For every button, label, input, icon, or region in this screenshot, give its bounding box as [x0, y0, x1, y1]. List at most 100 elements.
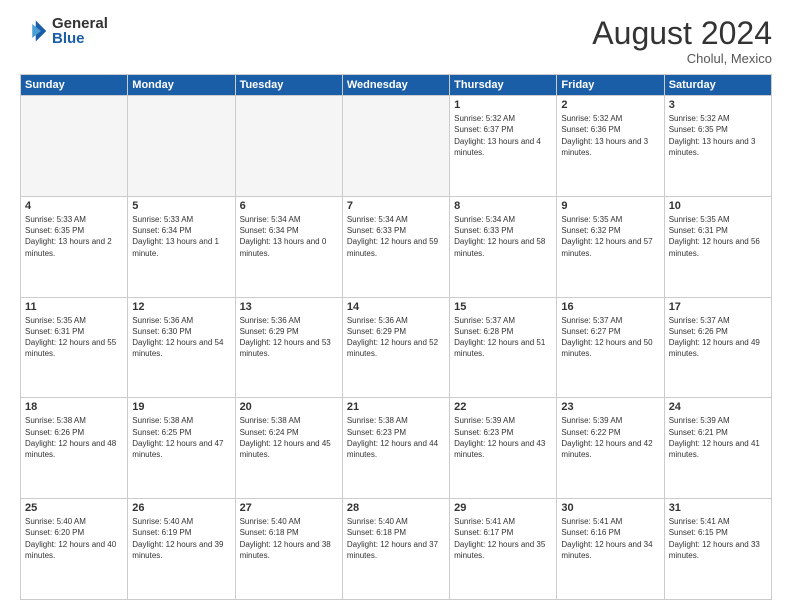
day-info: Sunrise: 5:34 AMSunset: 6:33 PMDaylight:… — [454, 214, 552, 259]
day-info: Sunrise: 5:34 AMSunset: 6:34 PMDaylight:… — [240, 214, 338, 259]
day-number: 21 — [347, 401, 445, 413]
calendar-week-row: 4 Sunrise: 5:33 AMSunset: 6:35 PMDaylight… — [21, 196, 772, 297]
day-number: 14 — [347, 301, 445, 313]
col-wednesday: Wednesday — [342, 75, 449, 96]
table-row: 18Sunrise: 5:38 AMSunset: 6:26 PMDayligh… — [21, 398, 128, 499]
day-info: Sunrise: 5:36 AMSunset: 6:29 PMDaylight:… — [347, 315, 445, 360]
calendar-week-row: 11 Sunrise: 5:35 AMSunset: 6:31 PMDayligh… — [21, 297, 772, 398]
day-number: 8 — [454, 200, 552, 212]
day-info: Sunrise: 5:38 AMSunset: 6:23 PMDaylight:… — [347, 415, 445, 460]
day-info: Sunrise: 5:32 AMSunset: 6:36 PMDaylight:… — [561, 113, 659, 158]
table-row: 8 Sunrise: 5:34 AMSunset: 6:33 PMDaylight… — [450, 196, 557, 297]
table-row: 6 Sunrise: 5:34 AMSunset: 6:34 PMDaylight… — [235, 196, 342, 297]
day-number: 9 — [561, 200, 659, 212]
logo-text: General Blue — [52, 16, 108, 46]
title-block: August 2024 Cholul, Mexico — [592, 16, 772, 66]
table-row: 16 Sunrise: 5:37 AMSunset: 6:27 PMDayligh… — [557, 297, 664, 398]
table-row: 23 Sunrise: 5:39 AMSunset: 6:22 PMDayligh… — [557, 398, 664, 499]
table-row: 26Sunrise: 5:40 AMSunset: 6:19 PMDayligh… — [128, 499, 235, 600]
day-number: 24 — [669, 401, 767, 413]
table-row: 25 Sunrise: 5:40 AMSunset: 6:20 PMDayligh… — [21, 499, 128, 600]
calendar-header-row: Sunday Monday Tuesday Wednesday Thursday… — [21, 75, 772, 96]
table-row: 14 Sunrise: 5:36 AMSunset: 6:29 PMDayligh… — [342, 297, 449, 398]
day-number: 17 — [669, 301, 767, 313]
day-number: 3 — [669, 99, 767, 111]
col-saturday: Saturday — [664, 75, 771, 96]
day-number: 22 — [454, 401, 552, 413]
day-number: 25 — [25, 502, 123, 514]
calendar-week-row: 25 Sunrise: 5:40 AMSunset: 6:20 PMDayligh… — [21, 499, 772, 600]
day-info: Sunrise: 5:37 AMSunset: 6:26 PMDaylight:… — [669, 315, 767, 360]
table-row: 10 Sunrise: 5:35 AMSunset: 6:31 PMDayligh… — [664, 196, 771, 297]
day-info: Sunrise: 5:41 AMSunset: 6:17 PMDaylight:… — [454, 516, 552, 561]
table-row: 20 Sunrise: 5:38 AMSunset: 6:24 PMDayligh… — [235, 398, 342, 499]
day-number: 12 — [132, 301, 230, 313]
table-row — [21, 96, 128, 197]
table-row: 22 Sunrise: 5:39 AMSunset: 6:23 PMDayligh… — [450, 398, 557, 499]
day-number: 31 — [669, 502, 767, 514]
day-info: Sunrise: 5:37 AMSunset: 6:28 PMDaylight:… — [454, 315, 552, 360]
day-info: Sunrise: 5:36 AMSunset: 6:29 PMDaylight:… — [240, 315, 338, 360]
table-row: 15 Sunrise: 5:37 AMSunset: 6:28 PMDayligh… — [450, 297, 557, 398]
table-row: 5Sunrise: 5:33 AMSunset: 6:34 PMDaylight… — [128, 196, 235, 297]
day-number: 7 — [347, 200, 445, 212]
table-row: 19Sunrise: 5:38 AMSunset: 6:25 PMDayligh… — [128, 398, 235, 499]
day-info: Sunrise: 5:40 AMSunset: 6:18 PMDaylight:… — [240, 516, 338, 561]
day-number: 10 — [669, 200, 767, 212]
day-number: 15 — [454, 301, 552, 313]
day-info: Sunrise: 5:35 AMSunset: 6:31 PMDaylight:… — [25, 315, 123, 360]
table-row: 9 Sunrise: 5:35 AMSunset: 6:32 PMDaylight… — [557, 196, 664, 297]
calendar: Sunday Monday Tuesday Wednesday Thursday… — [20, 74, 772, 600]
table-row: 17 Sunrise: 5:37 AMSunset: 6:26 PMDayligh… — [664, 297, 771, 398]
table-row: 7Sunrise: 5:34 AMSunset: 6:33 PMDaylight… — [342, 196, 449, 297]
day-info: Sunrise: 5:41 AMSunset: 6:15 PMDaylight:… — [669, 516, 767, 561]
col-thursday: Thursday — [450, 75, 557, 96]
day-info: Sunrise: 5:35 AMSunset: 6:31 PMDaylight:… — [669, 214, 767, 259]
day-number: 20 — [240, 401, 338, 413]
col-friday: Friday — [557, 75, 664, 96]
col-tuesday: Tuesday — [235, 75, 342, 96]
table-row: 13 Sunrise: 5:36 AMSunset: 6:29 PMDayligh… — [235, 297, 342, 398]
day-info: Sunrise: 5:40 AMSunset: 6:19 PMDaylight:… — [132, 516, 230, 561]
day-info: Sunrise: 5:36 AMSunset: 6:30 PMDaylight:… — [132, 315, 230, 360]
day-number: 13 — [240, 301, 338, 313]
day-number: 30 — [561, 502, 659, 514]
day-number: 1 — [454, 99, 552, 111]
day-number: 28 — [347, 502, 445, 514]
location: Cholul, Mexico — [592, 51, 772, 66]
calendar-week-row: 18Sunrise: 5:38 AMSunset: 6:26 PMDayligh… — [21, 398, 772, 499]
day-number: 27 — [240, 502, 338, 514]
day-info: Sunrise: 5:38 AMSunset: 6:24 PMDaylight:… — [240, 415, 338, 460]
table-row: 29Sunrise: 5:41 AMSunset: 6:17 PMDayligh… — [450, 499, 557, 600]
day-info: Sunrise: 5:39 AMSunset: 6:22 PMDaylight:… — [561, 415, 659, 460]
table-row: 4 Sunrise: 5:33 AMSunset: 6:35 PMDaylight… — [21, 196, 128, 297]
day-number: 16 — [561, 301, 659, 313]
table-row: 1Sunrise: 5:32 AMSunset: 6:37 PMDaylight… — [450, 96, 557, 197]
day-number: 23 — [561, 401, 659, 413]
table-row: 2 Sunrise: 5:32 AMSunset: 6:36 PMDaylight… — [557, 96, 664, 197]
day-info: Sunrise: 5:40 AMSunset: 6:18 PMDaylight:… — [347, 516, 445, 561]
day-info: Sunrise: 5:40 AMSunset: 6:20 PMDaylight:… — [25, 516, 123, 561]
day-info: Sunrise: 5:37 AMSunset: 6:27 PMDaylight:… — [561, 315, 659, 360]
table-row — [128, 96, 235, 197]
day-info: Sunrise: 5:38 AMSunset: 6:25 PMDaylight:… — [132, 415, 230, 460]
table-row: 28 Sunrise: 5:40 AMSunset: 6:18 PMDayligh… — [342, 499, 449, 600]
day-number: 2 — [561, 99, 659, 111]
day-info: Sunrise: 5:35 AMSunset: 6:32 PMDaylight:… — [561, 214, 659, 259]
day-number: 5 — [132, 200, 230, 212]
table-row — [235, 96, 342, 197]
day-number: 11 — [25, 301, 123, 313]
day-info: Sunrise: 5:39 AMSunset: 6:23 PMDaylight:… — [454, 415, 552, 460]
month-title: August 2024 — [592, 16, 772, 51]
table-row: 30Sunrise: 5:41 AMSunset: 6:16 PMDayligh… — [557, 499, 664, 600]
day-number: 4 — [25, 200, 123, 212]
logo-general: General — [52, 16, 108, 31]
header: General Blue August 2024 Cholul, Mexico — [20, 16, 772, 66]
table-row: 3Sunrise: 5:32 AMSunset: 6:35 PMDaylight… — [664, 96, 771, 197]
day-info: Sunrise: 5:33 AMSunset: 6:35 PMDaylight:… — [25, 214, 123, 259]
logo-icon — [20, 17, 48, 45]
table-row: 21 Sunrise: 5:38 AMSunset: 6:23 PMDayligh… — [342, 398, 449, 499]
day-info: Sunrise: 5:38 AMSunset: 6:26 PMDaylight:… — [25, 415, 123, 460]
day-number: 6 — [240, 200, 338, 212]
table-row: 31 Sunrise: 5:41 AMSunset: 6:15 PMDayligh… — [664, 499, 771, 600]
